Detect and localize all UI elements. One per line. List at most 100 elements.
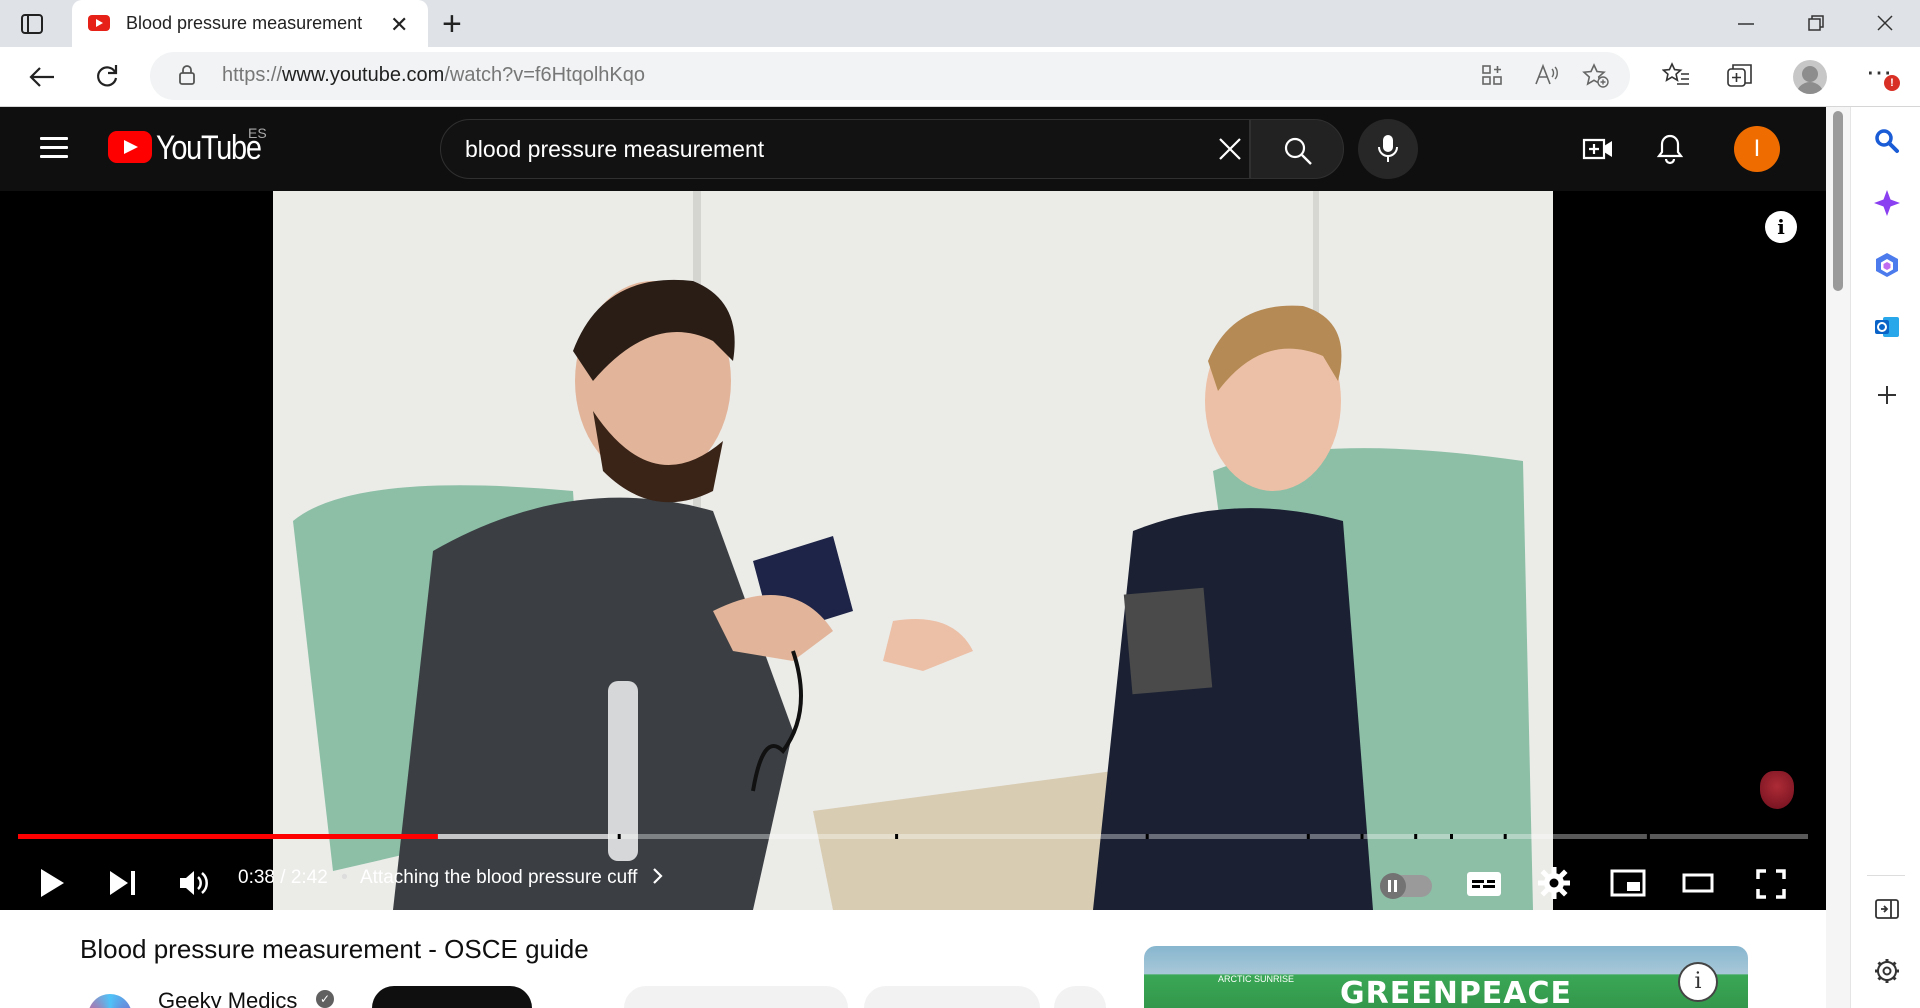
url-path: /watch?v=f6HtqolhKqo bbox=[444, 64, 646, 86]
progress-bar[interactable] bbox=[18, 834, 1808, 839]
profile-avatar[interactable] bbox=[1793, 60, 1827, 94]
subscribe-button[interactable] bbox=[372, 986, 532, 1008]
tab-close-icon[interactable]: ✕ bbox=[390, 12, 408, 38]
more-actions-button[interactable] bbox=[1054, 986, 1106, 1008]
back-arrow-icon[interactable] bbox=[28, 65, 56, 89]
chapter-marker-7 bbox=[1450, 834, 1453, 839]
video-title: Blood pressure measurement - OSCE guide bbox=[80, 934, 589, 964]
app-available-icon[interactable] bbox=[1480, 63, 1504, 87]
add-favorite-icon[interactable] bbox=[1582, 63, 1610, 89]
url-scheme: https:// bbox=[222, 64, 283, 86]
address-bar-row: https://www.youtube.com/watch?v=f6Htqolh… bbox=[0, 47, 1920, 107]
window-close-icon[interactable] bbox=[1875, 13, 1895, 33]
tab-bar: Blood pressure measurement - OSCE guide … bbox=[0, 0, 1920, 47]
channel-name[interactable]: Geeky Medics bbox=[158, 988, 297, 1008]
channel-avatar[interactable] bbox=[88, 994, 132, 1008]
ad-ship-name: ARCTIC SUNRISE bbox=[1218, 974, 1295, 984]
search-query-text[interactable]: blood pressure measurement bbox=[465, 136, 764, 163]
search-icon bbox=[1284, 137, 1312, 165]
create-video-icon[interactable] bbox=[1582, 133, 1614, 165]
settings-gear-icon[interactable] bbox=[1538, 867, 1570, 899]
country-code: ES bbox=[248, 125, 267, 141]
next-video-icon[interactable] bbox=[108, 869, 138, 897]
youtube-logo-text[interactable]: YouTube bbox=[156, 129, 262, 168]
scrollbar-thumb[interactable] bbox=[1833, 111, 1843, 291]
miniplayer-icon[interactable] bbox=[1610, 869, 1646, 897]
chapter-chevron-icon[interactable] bbox=[651, 867, 663, 885]
sidebar-settings-icon[interactable] bbox=[1873, 957, 1901, 985]
copilot-sparkle-icon[interactable] bbox=[1873, 189, 1901, 217]
clear-search-icon[interactable] bbox=[1217, 136, 1243, 162]
lock-icon[interactable] bbox=[178, 64, 196, 86]
notification-badge: ! bbox=[1884, 75, 1900, 91]
chapter-title[interactable]: Attaching the blood pressure cuff bbox=[360, 867, 637, 888]
chapter-marker-4 bbox=[1306, 834, 1310, 839]
theater-mode-icon[interactable] bbox=[1682, 873, 1714, 893]
guide-menu-icon[interactable] bbox=[40, 137, 68, 159]
favorites-icon[interactable] bbox=[1662, 62, 1690, 88]
youtube-favicon-icon bbox=[88, 15, 110, 31]
browser-tab-active[interactable]: Blood pressure measurement - OSCE guide … bbox=[72, 0, 428, 47]
autoplay-knob bbox=[1380, 873, 1406, 899]
progress-played bbox=[18, 834, 438, 839]
read-aloud-icon[interactable] bbox=[1534, 63, 1560, 87]
voice-search-button[interactable] bbox=[1358, 119, 1418, 179]
notifications-bell-icon[interactable] bbox=[1654, 133, 1686, 165]
ad-banner[interactable]: ARCTIC SUNRISE GREENPEACE i bbox=[1144, 946, 1748, 1008]
add-sidebar-app-icon[interactable] bbox=[1873, 381, 1901, 409]
outlook-icon[interactable] bbox=[1873, 313, 1901, 341]
sidebar-divider bbox=[1867, 875, 1905, 876]
pause-icon bbox=[1388, 880, 1397, 892]
duration: 2:42 bbox=[290, 867, 328, 888]
time-display: 0:38 / 2:42 • Attaching the blood pressu… bbox=[238, 867, 663, 889]
autoplay-toggle[interactable] bbox=[1380, 873, 1432, 899]
browser-window: Blood pressure measurement - OSCE guide … bbox=[0, 0, 1920, 1008]
tab-title: Blood pressure measurement - OSCE guide bbox=[126, 13, 366, 33]
video-info-icon[interactable]: i bbox=[1765, 211, 1797, 243]
like-dislike-button[interactable] bbox=[624, 986, 848, 1008]
ad-brand: GREENPEACE bbox=[1340, 976, 1573, 1008]
collections-icon[interactable] bbox=[1726, 62, 1754, 88]
youtube-header: YouTube ES blood pressure measurement I bbox=[0, 107, 1826, 191]
search-input[interactable]: blood pressure measurement bbox=[440, 119, 1250, 179]
youtube-logo-icon[interactable] bbox=[108, 131, 152, 163]
player-controls: 0:38 / 2:42 • Attaching the blood pressu… bbox=[0, 851, 1826, 910]
url-host: www.youtube.com bbox=[282, 64, 445, 86]
chapter-marker-8 bbox=[1503, 834, 1507, 839]
microsoft-365-icon[interactable] bbox=[1873, 251, 1901, 279]
share-button[interactable] bbox=[864, 986, 1040, 1008]
video-frame[interactable] bbox=[273, 191, 1553, 910]
channel-watermark-icon[interactable] bbox=[1760, 771, 1794, 809]
play-icon[interactable] bbox=[38, 867, 66, 899]
account-avatar[interactable]: I bbox=[1734, 126, 1780, 172]
chapter-marker-9 bbox=[1646, 834, 1650, 839]
watch-metadata: Blood pressure measurement - OSCE guide … bbox=[0, 910, 1826, 1008]
restore-icon[interactable] bbox=[1806, 13, 1826, 33]
search-button[interactable] bbox=[1250, 119, 1344, 179]
minimize-icon[interactable] bbox=[1736, 16, 1756, 32]
new-tab-button[interactable]: + bbox=[442, 5, 462, 44]
chapter-marker-3 bbox=[1145, 834, 1149, 839]
chapter-marker-6 bbox=[1414, 834, 1418, 839]
chapter-bullet: • bbox=[341, 867, 348, 888]
ad-info-icon[interactable]: i bbox=[1678, 962, 1718, 1002]
chapter-marker-2 bbox=[895, 834, 899, 839]
video-content-image bbox=[273, 191, 1553, 910]
chapter-marker-5 bbox=[1360, 834, 1364, 839]
current-time: 0:38 bbox=[238, 867, 275, 888]
page-scrollbar[interactable] bbox=[1826, 107, 1850, 1008]
video-player[interactable]: i 0:38 / 2:42 • Attaching the blood pres… bbox=[0, 191, 1826, 910]
sidebar-search-icon[interactable] bbox=[1873, 127, 1901, 155]
hide-sidebar-icon[interactable] bbox=[1873, 895, 1901, 923]
url-field[interactable]: https://www.youtube.com/watch?v=f6Htqolh… bbox=[150, 52, 1630, 100]
fullscreen-icon[interactable] bbox=[1756, 869, 1786, 899]
volume-icon[interactable] bbox=[178, 867, 210, 899]
time-separator: / bbox=[280, 867, 286, 888]
refresh-icon[interactable] bbox=[94, 63, 120, 89]
tab-actions-icon[interactable] bbox=[18, 10, 46, 38]
edge-sidebar bbox=[1850, 107, 1920, 1008]
verified-badge-icon: ✓ bbox=[316, 990, 334, 1008]
url-text[interactable]: https://www.youtube.com/watch?v=f6Htqolh… bbox=[222, 64, 645, 87]
captions-icon[interactable] bbox=[1466, 871, 1502, 897]
microphone-icon bbox=[1378, 135, 1398, 162]
